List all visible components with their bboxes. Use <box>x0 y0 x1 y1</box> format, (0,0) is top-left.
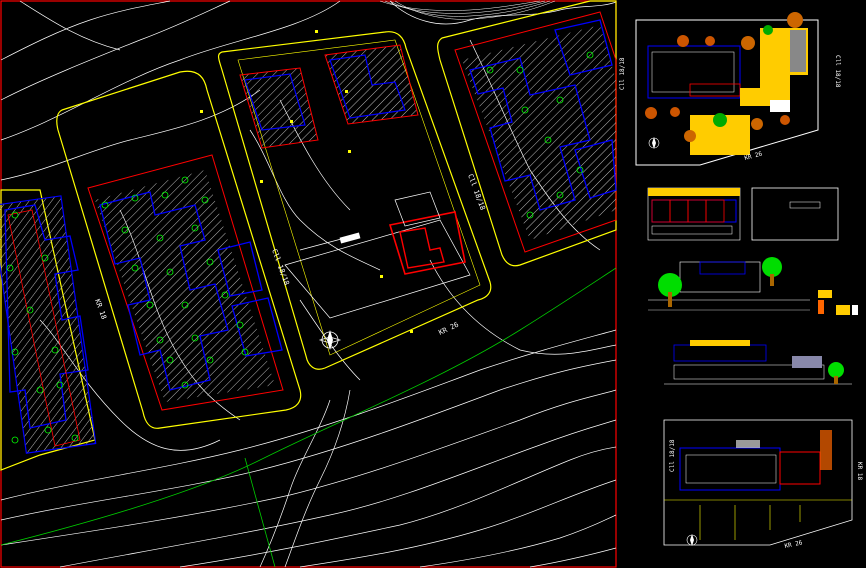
sheet1-north-arrow-icon <box>648 137 660 149</box>
sheet5-north-arrow-icon <box>686 534 698 546</box>
sheet-site-plan-detail[interactable]: Cll 18/18 Cll 18/18 KR 26 <box>619 12 841 166</box>
cad-drawing-canvas[interactable]: KR 26 Cll 18/18 KR 18 Cll 18/18 Cll 18/1… <box>0 0 866 568</box>
sheet5-street-label-right: KR 18 <box>856 462 863 480</box>
sheet-elevation-1[interactable] <box>648 257 858 315</box>
sheet-floor-plans[interactable] <box>647 187 839 241</box>
sheet-ground-floor-plan[interactable]: Cll 18/18 KR 18 KR 26 <box>663 419 863 550</box>
sheet5-street-label-bottom: KR 26 <box>784 539 804 550</box>
main-site-plan-viewport[interactable]: KR 26 Cll 18/18 KR 18 Cll 18/18 <box>0 0 617 568</box>
sheet-elevation-2[interactable] <box>664 340 852 385</box>
sheet1-street-label-left: Cll 18/18 <box>619 57 626 90</box>
sheet5-street-label-left: Cll 18/18 <box>669 439 676 472</box>
sheet1-street-label-right: Cll 18/18 <box>834 55 841 88</box>
